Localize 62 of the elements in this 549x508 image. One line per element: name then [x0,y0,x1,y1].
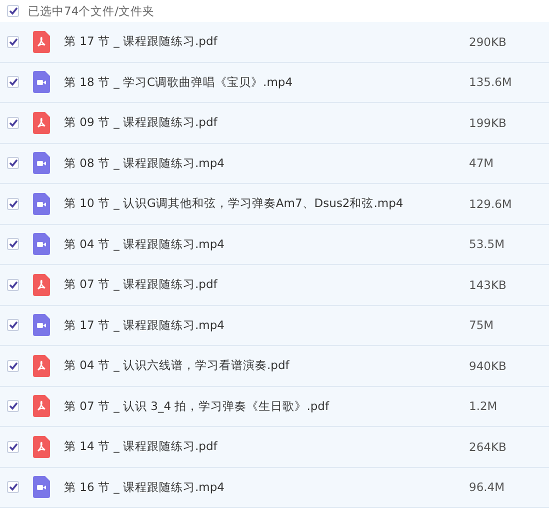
checkbox[interactable] [7,440,19,453]
file-size: 53.5M [469,237,506,252]
file-name: 第 16 节 _ 课程跟随练习.mp4 [64,480,226,495]
file-row[interactable]: 第 17 节 _ 课程跟随练习.pdf 290KB [0,22,549,62]
checkbox[interactable] [7,198,19,210]
checkbox[interactable] [7,116,19,129]
file-size: 1.2M [469,399,498,414]
file-row[interactable]: 第 16 节 _ 课程跟随练习.mp4 96.4M [0,468,549,508]
pdf-file-icon [33,395,50,418]
file-name: 第 18 节 _ 学习C调歌曲弹唱《宝贝》.mp4 [64,74,294,90]
file-name: 第 07 节 _ 认识 3_4 拍，学习弹奏《生日歌》.pdf [64,398,330,414]
pdf-file-icon [33,354,50,377]
checkbox[interactable] [7,5,19,17]
checkbox[interactable] [7,319,19,332]
file-size: 47M [469,156,495,170]
file-size: 199KB [469,116,508,130]
file-size: 96.4M [469,480,506,494]
file-name: 第 07 节 _ 课程跟随练习.pdf [64,277,218,292]
checkbox[interactable] [7,36,19,48]
file-name: 第 14 节 _ 课程跟随练习.pdf [64,439,218,454]
file-row[interactable]: 第 04 节 _ 认识六线谱，学习看谱演奏.pdf 940KB [0,346,549,386]
file-name: 第 08 节 _ 课程跟随练习.mp4 [64,156,226,171]
file-name: 第 17 节 _ 课程跟随练习.mp4 [64,318,226,333]
checkbox[interactable] [7,278,19,291]
file-name: 第 09 节 _ 课程跟随练习.pdf [64,115,218,130]
file-row[interactable]: 第 18 节 _ 学习C调歌曲弹唱《宝贝》.mp4 135.6M [0,62,549,103]
file-size: 290KB [469,34,508,49]
file-name: 第 10 节 _ 认识G调其他和弦，学习弹奏Am7、Dsus2和弦.mp4 [64,196,404,212]
checkbox[interactable] [7,360,19,372]
file-row[interactable]: 第 09 节 _ 课程跟随练习.pdf 199KB [0,103,549,144]
video-file-icon [33,314,50,336]
file-size: 264KB [469,440,508,454]
video-file-icon [33,233,50,256]
file-row[interactable]: 第 14 节 _ 课程跟随练习.pdf 264KB [0,427,549,468]
file-size: 143KB [469,278,508,292]
file-name: 第 04 节 _ 认识六线谱，学习看谱演奏.pdf [64,358,290,374]
file-row[interactable]: 第 04 节 _ 课程跟随练习.mp4 53.5M [0,224,549,265]
file-row[interactable]: 第 07 节 _ 课程跟随练习.pdf 143KB [0,265,549,306]
video-file-icon [33,192,50,215]
video-file-icon [33,71,50,94]
checkbox[interactable] [7,481,19,494]
pdf-file-icon [33,274,50,296]
file-size: 129.6M [469,196,513,211]
file-name: 第 17 节 _ 课程跟随练习.pdf [64,34,218,50]
pdf-file-icon [33,112,50,134]
checkbox[interactable] [7,157,19,170]
file-name: 第 04 节 _ 课程跟随练习.mp4 [64,236,226,252]
selection-count: 已选中74个文件/文件夹 [28,4,155,18]
checkbox[interactable] [7,400,19,412]
file-size: 135.6M [469,75,513,90]
checkbox[interactable] [7,76,19,88]
file-row[interactable]: 第 10 节 _ 认识G调其他和弦，学习弹奏Am7、Dsus2和弦.mp4 129.6M [0,184,549,224]
pdf-file-icon [33,30,50,53]
file-size: 940KB [469,358,508,373]
file-size: 75M [469,318,495,332]
video-file-icon [33,476,50,498]
video-file-icon [33,152,50,174]
file-row[interactable]: 第 07 节 _ 认识 3_4 拍，学习弹奏《生日歌》.pdf 1.2M [0,386,549,427]
file-row[interactable]: 第 08 节 _ 课程跟随练习.mp4 47M [0,144,549,184]
checkbox[interactable] [7,238,19,250]
file-row[interactable]: 第 17 节 _ 课程跟随练习.mp4 75M [0,306,549,346]
pdf-file-icon [33,436,50,458]
